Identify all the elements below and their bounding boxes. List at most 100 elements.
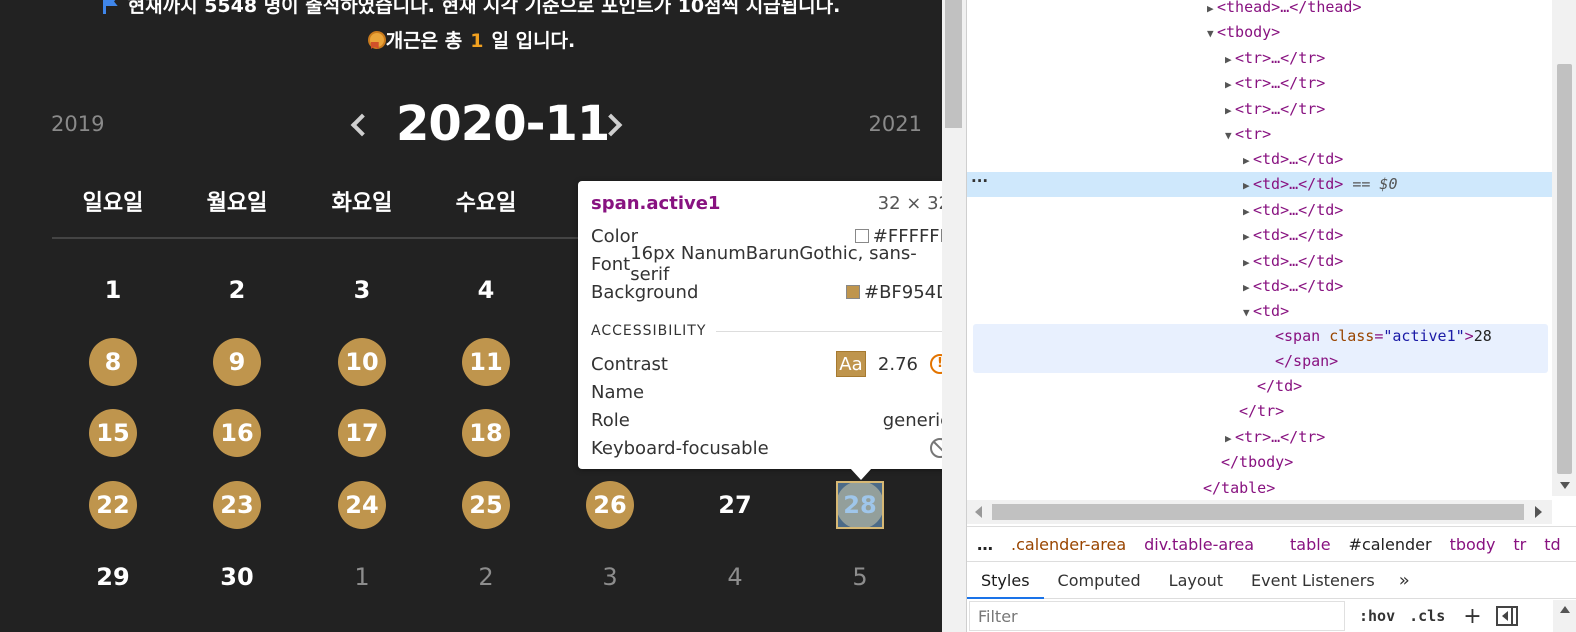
- calendar-day[interactable]: 4: [462, 266, 510, 314]
- calendar-day-attended[interactable]: 22: [89, 481, 137, 529]
- dom-node-tr[interactable]: ▶ <tr>…</tr>: [967, 97, 1552, 122]
- flag-icon: [102, 0, 120, 14]
- next-year-link[interactable]: 2021: [869, 112, 922, 136]
- tab-computed[interactable]: Computed: [1044, 563, 1155, 599]
- dom-tree-horizontal-scrollbar[interactable]: [967, 500, 1552, 524]
- calendar-day-attended[interactable]: 17: [338, 409, 386, 457]
- tab-event-listeners[interactable]: Event Listeners: [1237, 563, 1389, 599]
- tab-styles[interactable]: Styles: [967, 563, 1044, 599]
- dom-node-thead[interactable]: ▶ <thead>…</thead>: [967, 0, 1552, 20]
- class-toggle-button[interactable]: .cls: [1409, 607, 1445, 625]
- dom-node-td[interactable]: ▶ <td>…</td>: [967, 249, 1552, 274]
- calendar-day-attended[interactable]: 24: [338, 481, 386, 529]
- dom-node-td-open[interactable]: ▼ <td>: [967, 299, 1552, 324]
- dom-node-span-active1[interactable]: <span class="active1">28 </span>: [973, 324, 1548, 373]
- scroll-left-arrow-icon[interactable]: [975, 506, 982, 518]
- dom-node-tr-close: </tr>: [1239, 402, 1285, 420]
- calendar-day[interactable]: 27: [711, 481, 759, 529]
- breadcrumb-more[interactable]: …: [977, 535, 993, 554]
- tooltip-font-label: Font: [591, 253, 631, 275]
- new-rule-button[interactable]: +: [1463, 604, 1481, 629]
- calendar-day[interactable]: 29: [89, 553, 137, 601]
- dom-node-tbody[interactable]: ▼ <tbody>: [967, 20, 1552, 45]
- tooltip-font-value: 16px NanumBarunGothic, sans-serif: [630, 243, 917, 285]
- contrast-badge: Aa: [835, 351, 866, 377]
- perfect-attendance-prefix: 개근은 총: [385, 30, 463, 52]
- dom-node-td-close: </td>: [1257, 377, 1303, 395]
- dom-tree-vertical-scrollbar[interactable]: [1552, 0, 1576, 496]
- calendar-day-attended[interactable]: 8: [89, 338, 137, 386]
- chevron-right-icon[interactable]: [603, 114, 623, 134]
- calendar-day[interactable]: 2: [213, 266, 261, 314]
- calendar-day-attended[interactable]: 15: [89, 409, 137, 457]
- dom-node-td[interactable]: ▶ <td>…</td>: [967, 223, 1552, 248]
- dom-tree-horizontal-thumb[interactable]: [992, 504, 1524, 520]
- styles-filter-input[interactable]: Filter: [969, 601, 1345, 631]
- calendar-day-next-month[interactable]: 2: [462, 553, 510, 601]
- page-viewport: 현재까지 5548 명이 출석하였습니다. 현재 시각 기준으로 포인트가 10…: [0, 0, 942, 632]
- tooltip-background-value: #BF954D: [863, 281, 942, 303]
- styles-pane-tabs: Styles Computed Layout Event Listeners »: [967, 563, 1576, 599]
- tooltip-role-value: generic: [882, 409, 942, 431]
- dom-node-tr[interactable]: ▶ <tr>…</tr>: [967, 71, 1552, 96]
- prev-year-link[interactable]: 2019: [51, 112, 104, 136]
- toggle-sidebar-icon[interactable]: [1495, 606, 1518, 626]
- calendar-day-next-month[interactable]: 5: [836, 553, 884, 601]
- calendar-day-next-month[interactable]: 3: [586, 553, 634, 601]
- dom-node-tr[interactable]: ▶ <tr>…</tr>: [967, 46, 1552, 71]
- page-scrollbar[interactable]: [942, 0, 966, 632]
- breadcrumb-table[interactable]: table #calender: [1272, 535, 1432, 554]
- calendar-day[interactable]: 3: [338, 266, 386, 314]
- styles-filter-bar: Filter :hov .cls +: [967, 600, 1576, 632]
- more-tabs-icon[interactable]: »: [1389, 570, 1420, 591]
- breadcrumb-table-area[interactable]: div.table-area: [1144, 535, 1254, 554]
- calendar-day-attended[interactable]: 18: [462, 409, 510, 457]
- chevron-left-icon[interactable]: [347, 114, 367, 134]
- color-swatch-icon: [854, 228, 869, 243]
- page-scrollbar-thumb[interactable]: [945, 0, 962, 128]
- tooltip-size: 32 × 32: [877, 192, 942, 214]
- node-actions-icon[interactable]: ···: [971, 172, 988, 190]
- breadcrumb-td[interactable]: td: [1544, 535, 1560, 554]
- dom-node-table-close: </table>: [1203, 479, 1276, 497]
- calendar-day-attended[interactable]: 9: [213, 338, 261, 386]
- scroll-right-arrow-icon[interactable]: [1535, 506, 1542, 518]
- dom-node-td[interactable]: ▶ <td>…</td>: [967, 147, 1552, 172]
- breadcrumb-tbody[interactable]: tbody: [1450, 535, 1496, 554]
- styles-scroll-up-icon[interactable]: [1553, 600, 1576, 632]
- calendar-day-attended[interactable]: 23: [213, 481, 261, 529]
- calendar-day[interactable]: 30: [213, 553, 261, 601]
- tooltip-role-label: Role: [591, 409, 630, 431]
- calendar-day-attended[interactable]: 25: [462, 481, 510, 529]
- hover-state-button[interactable]: :hov: [1359, 607, 1395, 625]
- scroll-down-arrow-icon[interactable]: [1560, 482, 1570, 489]
- calendar-day-attended[interactable]: 16: [213, 409, 261, 457]
- calendar-day-attended[interactable]: 26: [586, 481, 634, 529]
- breadcrumb: … .calender-area div.table-area table #ca…: [967, 526, 1576, 562]
- calendar-day-next-month[interactable]: 4: [711, 553, 759, 601]
- background-swatch-icon: [845, 284, 860, 299]
- breadcrumb-tr[interactable]: tr: [1513, 535, 1526, 554]
- dom-node-td-selected[interactable]: ▶ <td>…</td> == $0: [967, 172, 1552, 197]
- tooltip-selector: span.active1: [591, 192, 721, 214]
- attendance-notice: 현재까지 5548 명이 출석하였습니다. 현재 시각 기준으로 포인트가 10…: [0, 0, 942, 18]
- calendar-day-today-label: 28: [843, 491, 877, 519]
- dom-node-td[interactable]: ▶ <td>…</td>: [967, 274, 1552, 299]
- dom-node-td[interactable]: ▶ <td>…</td>: [967, 198, 1552, 223]
- calendar-day-attended[interactable]: 10: [338, 338, 386, 386]
- warning-icon: !: [930, 354, 942, 374]
- tooltip-keyboard-label: Keyboard-focusable: [591, 437, 769, 459]
- calendar-day-attended[interactable]: 11: [462, 338, 510, 386]
- dom-tree-vertical-thumb[interactable]: [1557, 64, 1572, 474]
- accessibility-heading-text: ACCESSIBILITY: [591, 323, 707, 339]
- calendar-day[interactable]: 1: [89, 266, 137, 314]
- not-focusable-icon: [930, 438, 942, 458]
- tab-layout[interactable]: Layout: [1155, 563, 1237, 599]
- breadcrumb-calender-area[interactable]: .calender-area: [1011, 535, 1126, 554]
- calendar-day-next-month[interactable]: 1: [338, 553, 386, 601]
- dom-node-tr[interactable]: ▶ <tr>…</tr>: [967, 425, 1552, 450]
- month-title: 2020-11: [396, 96, 610, 152]
- medal-icon: [367, 31, 386, 49]
- dom-node-tr-open[interactable]: ▼ <tr>: [967, 122, 1552, 147]
- weekday-sunday: 일요일: [82, 191, 144, 216]
